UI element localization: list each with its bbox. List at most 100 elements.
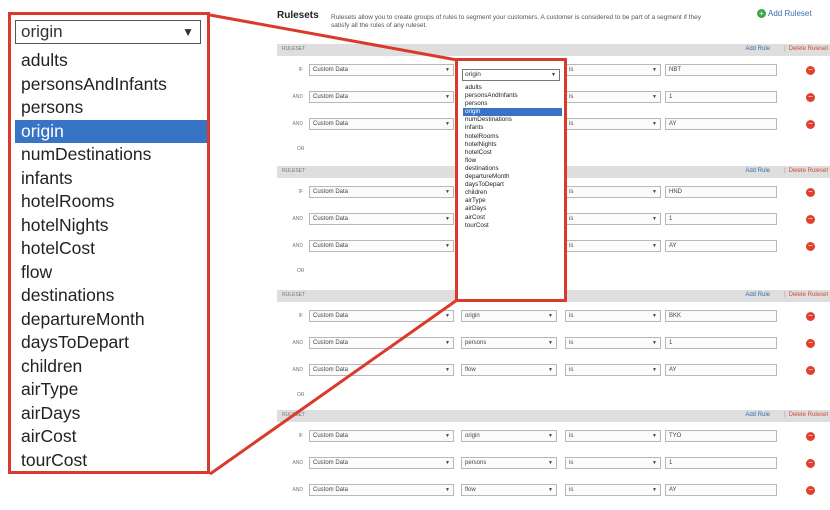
zoomed-option[interactable]: daysToDepart [15, 331, 207, 355]
operator-select[interactable]: is ▼ [565, 337, 661, 349]
value-input[interactable]: HND [665, 186, 777, 198]
zoomed-option[interactable]: hotelCost [15, 237, 207, 261]
source-select[interactable]: Custom Data ▼ [309, 64, 454, 76]
remove-circle-icon[interactable]: − [806, 366, 815, 375]
zoomed-option[interactable]: destinations [15, 284, 207, 308]
remove-circle-icon[interactable]: − [806, 312, 815, 321]
operator-select[interactable]: is ▼ [565, 484, 661, 496]
remove-circle-icon[interactable]: − [806, 120, 815, 129]
zoomed-option[interactable]: persons [15, 96, 207, 120]
zoomed-option[interactable]: personsAndInfants [15, 73, 207, 97]
zoomed-option[interactable]: numDestinations [15, 143, 207, 167]
popup-option[interactable]: daysToDepart [463, 181, 562, 189]
variable-select[interactable]: flow ▼ [461, 484, 557, 496]
value-input[interactable]: BKK [665, 310, 777, 322]
popup-option[interactable]: infants [463, 124, 562, 132]
popup-option[interactable]: persons [463, 100, 562, 108]
zoomed-option[interactable]: adults [15, 49, 207, 73]
variable-select[interactable]: origin ▼ [461, 430, 557, 442]
source-select[interactable]: Custom Data ▼ [309, 118, 454, 130]
remove-circle-icon[interactable]: − [806, 339, 815, 348]
value-input[interactable]: 1 [665, 213, 777, 225]
value-input[interactable]: AY [665, 364, 777, 376]
value-input[interactable]: AY [665, 118, 777, 130]
zoomed-option[interactable]: tourCost [15, 449, 207, 473]
operator-select[interactable]: is ▼ [565, 91, 661, 103]
operator-select[interactable]: is ▼ [565, 186, 661, 198]
source-select[interactable]: Custom Data ▼ [309, 457, 454, 469]
operator-select[interactable]: is ▼ [565, 364, 661, 376]
source-select[interactable]: Custom Data ▼ [309, 430, 454, 442]
remove-circle-icon[interactable]: − [806, 215, 815, 224]
popup-option[interactable]: origin [463, 108, 562, 117]
source-select[interactable]: Custom Data ▼ [309, 364, 454, 376]
zoomed-option[interactable]: departureMonth [15, 308, 207, 332]
value-input[interactable]: 1 [665, 91, 777, 103]
add-rule-link[interactable]: Add Rule [745, 292, 770, 298]
variable-select[interactable]: flow ▼ [461, 364, 557, 376]
operator-select[interactable]: is ▼ [565, 457, 661, 469]
popup-option[interactable]: airType [463, 197, 562, 205]
remove-circle-icon[interactable]: − [806, 242, 815, 251]
popup-option[interactable]: destinations [463, 165, 562, 173]
operator-select[interactable]: is ▼ [565, 310, 661, 322]
remove-circle-icon[interactable]: − [806, 432, 815, 441]
value-input[interactable]: AY [665, 484, 777, 496]
zoomed-option[interactable]: airDays [15, 402, 207, 426]
popup-option[interactable]: numDestinations [463, 116, 562, 124]
operator-select[interactable]: is ▼ [565, 240, 661, 252]
add-rule-link[interactable]: Add Rule [745, 46, 770, 52]
source-select[interactable]: Custom Data ▼ [309, 310, 454, 322]
operator-select[interactable]: is ▼ [565, 213, 661, 225]
zoomed-option[interactable]: airType [15, 378, 207, 402]
value-input[interactable]: NBT [665, 64, 777, 76]
popup-option[interactable]: hotelNights [463, 141, 562, 149]
value-input[interactable]: 1 [665, 337, 777, 349]
source-select[interactable]: Custom Data ▼ [309, 213, 454, 225]
zoomed-option[interactable]: infants [15, 167, 207, 191]
delete-ruleset-link[interactable]: | Delete Ruleset [784, 168, 828, 174]
zoomed-option[interactable]: hotelRooms [15, 190, 207, 214]
zoomed-option[interactable]: airCost [15, 425, 207, 449]
popup-option[interactable]: children [463, 189, 562, 197]
variable-select[interactable]: origin ▼ [461, 310, 557, 322]
operator-select[interactable]: is ▼ [565, 118, 661, 130]
remove-circle-icon[interactable]: − [806, 93, 815, 102]
variable-select[interactable]: persons ▼ [461, 457, 557, 469]
remove-circle-icon[interactable]: − [806, 66, 815, 75]
popup-option[interactable]: tourCost [463, 222, 562, 230]
source-select[interactable]: Custom Data ▼ [309, 186, 454, 198]
popup-option[interactable]: hotelRooms [463, 133, 562, 141]
source-select[interactable]: Custom Data ▼ [309, 337, 454, 349]
operator-select[interactable]: is ▼ [565, 64, 661, 76]
zoomed-select[interactable]: origin ▼ [15, 20, 201, 44]
popup-option[interactable]: personsAndInfants [463, 92, 562, 100]
operator-select[interactable]: is ▼ [565, 430, 661, 442]
add-rule-link[interactable]: Add Rule [745, 168, 770, 174]
popup-option[interactable]: flow [463, 157, 562, 165]
remove-circle-icon[interactable]: − [806, 459, 815, 468]
popup-option[interactable]: airDays [463, 205, 562, 213]
popup-option[interactable]: hotelCost [463, 149, 562, 157]
variable-select[interactable]: persons ▼ [461, 337, 557, 349]
value-input[interactable]: 1 [665, 457, 777, 469]
popup-option[interactable]: adults [463, 84, 562, 92]
value-input[interactable]: TYO [665, 430, 777, 442]
popup-option[interactable]: departureMonth [463, 173, 562, 181]
source-select[interactable]: Custom Data ▼ [309, 91, 454, 103]
delete-ruleset-link[interactable]: | Delete Ruleset [784, 46, 828, 52]
variable-select[interactable]: origin ▼ [462, 69, 560, 81]
popup-option[interactable]: airCost [463, 214, 562, 222]
remove-circle-icon[interactable]: − [806, 188, 815, 197]
add-rule-link[interactable]: Add Rule [745, 412, 770, 418]
source-select[interactable]: Custom Data ▼ [309, 240, 454, 252]
zoomed-option[interactable]: flow [15, 261, 207, 285]
delete-ruleset-link[interactable]: | Delete Ruleset [784, 292, 828, 298]
value-input[interactable]: AY [665, 240, 777, 252]
zoomed-option[interactable]: hotelNights [15, 214, 207, 238]
zoomed-option[interactable]: origin [15, 119, 207, 143]
zoomed-option[interactable]: children [15, 355, 207, 379]
delete-ruleset-link[interactable]: | Delete Ruleset [784, 412, 828, 418]
remove-circle-icon[interactable]: − [806, 486, 815, 495]
source-select[interactable]: Custom Data ▼ [309, 484, 454, 496]
